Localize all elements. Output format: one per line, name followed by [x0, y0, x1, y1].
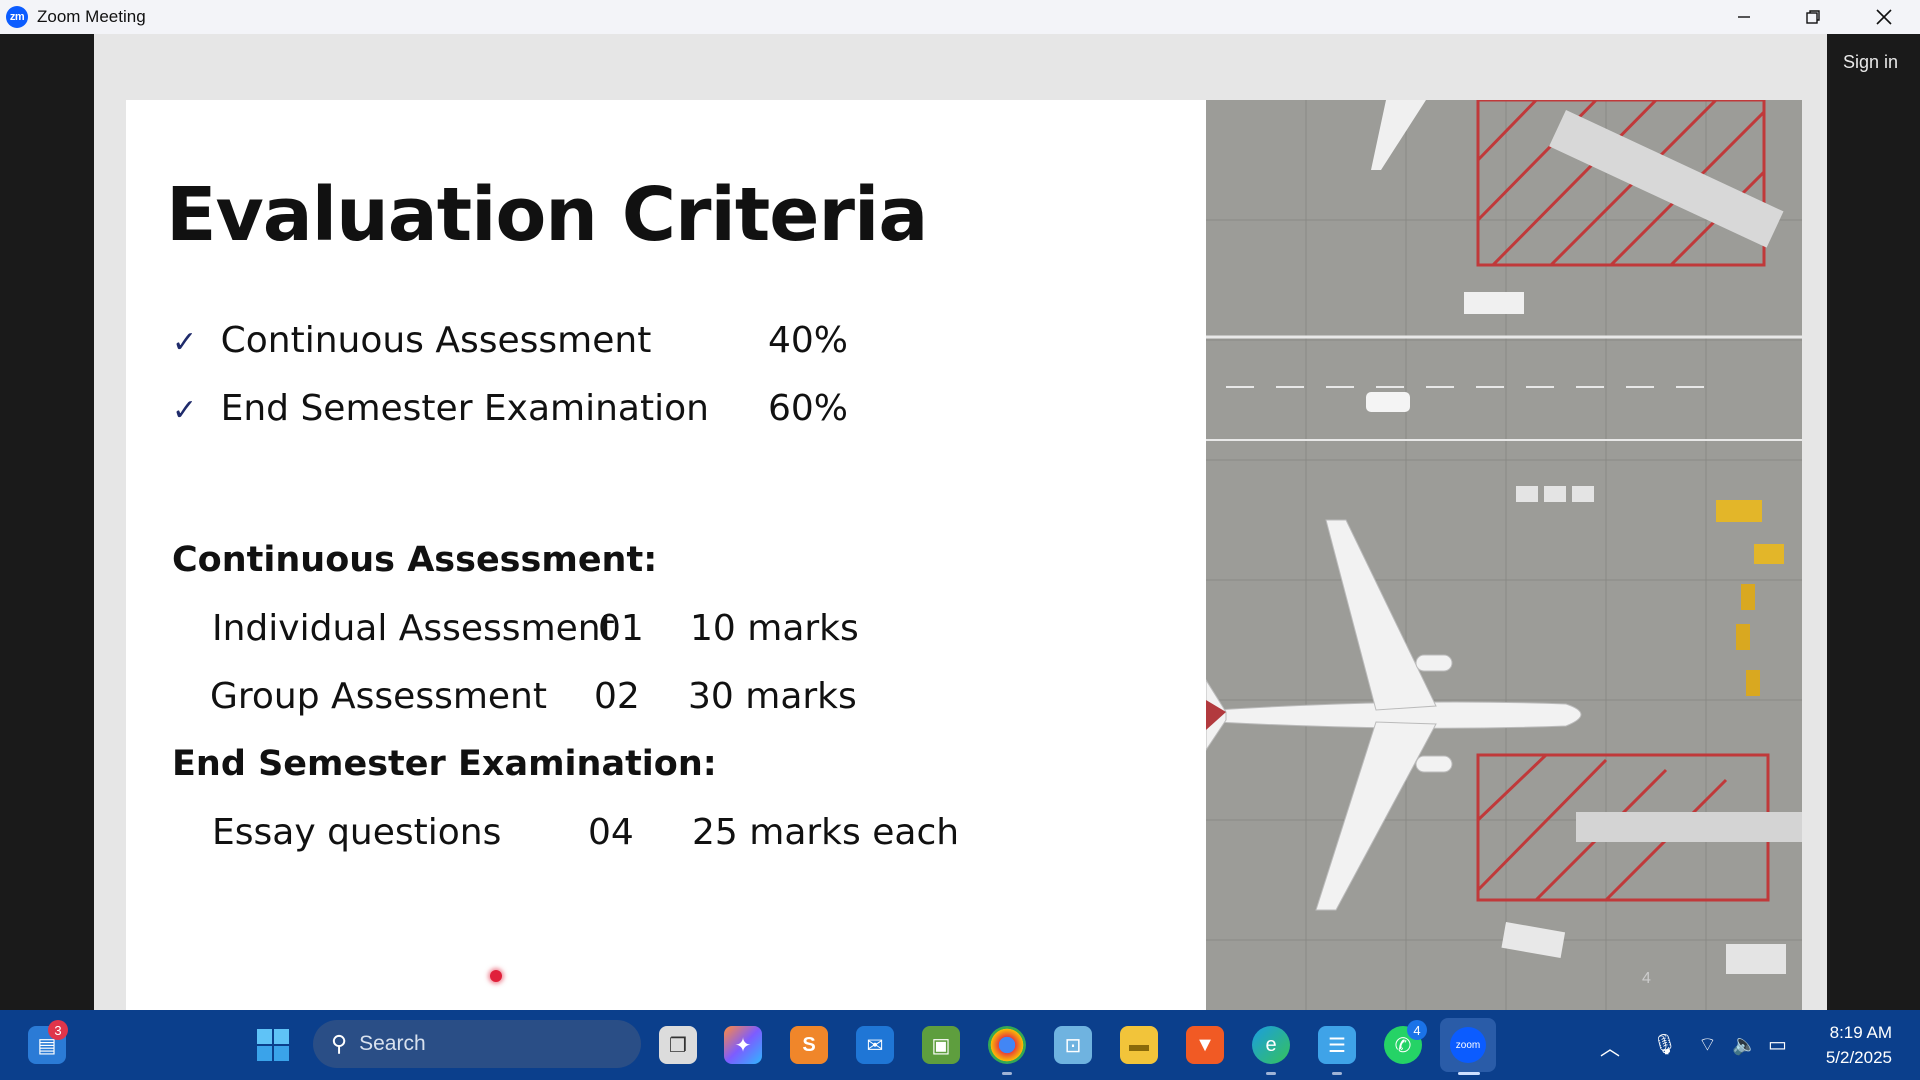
ca-heading: Continuous Assessment:	[172, 540, 658, 580]
app-button[interactable]: ⊡	[1054, 1026, 1092, 1064]
ese-heading: End Semester Examination:	[172, 744, 717, 784]
ca-item-count: 02	[594, 676, 640, 717]
checkmark-icon: ✓	[172, 325, 198, 360]
clock-time: 8:19 AM	[1829, 1023, 1892, 1042]
edge-button[interactable]: e	[1252, 1026, 1290, 1064]
window-title: Zoom Meeting	[37, 7, 146, 26]
notepad-icon: ☰	[1328, 1034, 1346, 1057]
running-indicator	[1266, 1072, 1276, 1075]
ese-item-marks: 25 marks each	[692, 812, 960, 853]
weight-label: End Semester Examination	[220, 388, 709, 429]
volume-icon[interactable]: 🔈	[1732, 1032, 1757, 1057]
copilot-icon: ✦	[734, 1034, 752, 1057]
slide-title: Evaluation Criteria	[166, 172, 928, 258]
slide-page-number: 4	[1642, 970, 1651, 987]
airport-aerial-image	[1206, 100, 1802, 1010]
zoom-logo-icon: zm	[6, 6, 28, 28]
checkmark-icon: ✓	[172, 393, 198, 428]
task-view-icon: ❐	[669, 1034, 687, 1057]
mail-icon: ✉	[866, 1034, 884, 1057]
search-icon: ⚲	[331, 1031, 348, 1056]
sign-in-button[interactable]: Sign in	[1835, 46, 1906, 79]
presentation-slide: Evaluation Criteria ✓ Continuous Assessm…	[126, 100, 1802, 1010]
laser-pointer	[490, 970, 502, 982]
running-indicator	[1002, 1072, 1012, 1075]
copilot-button[interactable]: ✦	[724, 1026, 762, 1064]
weight-value: 60%	[768, 388, 849, 429]
zoom-taskbar-button[interactable]: zoom	[1440, 1018, 1496, 1072]
app-icon: ⊡	[1064, 1034, 1082, 1057]
sublime-text-button[interactable]: S	[790, 1026, 828, 1064]
zoom-icon: zoom	[1450, 1027, 1486, 1063]
brave-button[interactable]: ▼	[1186, 1026, 1224, 1064]
sublime-icon: S	[802, 1033, 816, 1056]
show-hidden-icons-button[interactable]: ︿	[1600, 1032, 1620, 1061]
search-label: Search	[359, 1032, 426, 1055]
close-button[interactable]	[1852, 0, 1916, 34]
restore-icon	[1806, 10, 1820, 24]
active-indicator	[1458, 1072, 1480, 1075]
title-bar: zm Zoom Meeting	[0, 0, 1920, 34]
folder-icon: ▬	[1129, 1033, 1149, 1056]
chevron-up-icon: ︿	[1600, 1038, 1620, 1060]
ese-item-label: Essay questions	[212, 812, 502, 853]
battery-icon[interactable]: ▭	[1768, 1032, 1787, 1057]
mail-button[interactable]: ✉	[856, 1026, 894, 1064]
edge-icon: e	[1265, 1033, 1277, 1056]
chrome-button[interactable]	[988, 1026, 1026, 1064]
weight-row: ✓ End Semester Examination	[172, 388, 709, 429]
clock-date: 5/2/2025	[1825, 1048, 1892, 1067]
ca-item-marks: 30 marks	[688, 676, 857, 717]
weight-value: 40%	[768, 320, 849, 361]
photos-icon: ▣	[931, 1034, 951, 1057]
microphone-icon[interactable]: 🎙	[1652, 1032, 1677, 1057]
weight-row: ✓ Continuous Assessment	[172, 320, 651, 361]
running-indicator	[1332, 1072, 1342, 1075]
ca-item-marks: 10 marks	[690, 608, 859, 649]
start-button[interactable]	[254, 1026, 292, 1064]
ca-item-label: Individual Assessment	[212, 608, 615, 649]
brave-icon: ▼	[1195, 1033, 1215, 1056]
widgets-badge: 3	[48, 1020, 68, 1040]
task-view-button[interactable]: ❐	[659, 1026, 697, 1064]
wifi-icon[interactable]: ⌔	[1698, 1032, 1717, 1057]
notepad-button[interactable]: ☰	[1318, 1026, 1356, 1064]
minimize-button[interactable]	[1712, 0, 1776, 34]
ese-item-count: 04	[588, 812, 634, 853]
minimize-icon	[1738, 16, 1750, 18]
windows-logo-icon	[257, 1029, 289, 1061]
ca-item-label: Group Assessment	[210, 676, 547, 717]
whatsapp-badge: 4	[1407, 1020, 1427, 1040]
taskbar: ▤ 3 ⚲ Search ❐ ✦ S ✉ ▣ ⊡ ▬ ▼ e ☰ ✆ 4 zoo…	[0, 1010, 1920, 1080]
close-icon	[1876, 9, 1892, 25]
file-explorer-button[interactable]: ▬	[1120, 1026, 1158, 1064]
meeting-area: Sign in Evaluation Criteria ✓ Continuous…	[0, 34, 1920, 1010]
clock[interactable]: 8:19 AM 5/2/2025	[1826, 1020, 1892, 1070]
restore-button[interactable]	[1781, 0, 1845, 34]
ca-item-count: 01	[598, 608, 644, 649]
photos-button[interactable]: ▣	[922, 1026, 960, 1064]
weight-label: Continuous Assessment	[220, 320, 652, 361]
taskbar-search[interactable]: ⚲ Search	[313, 1020, 641, 1068]
